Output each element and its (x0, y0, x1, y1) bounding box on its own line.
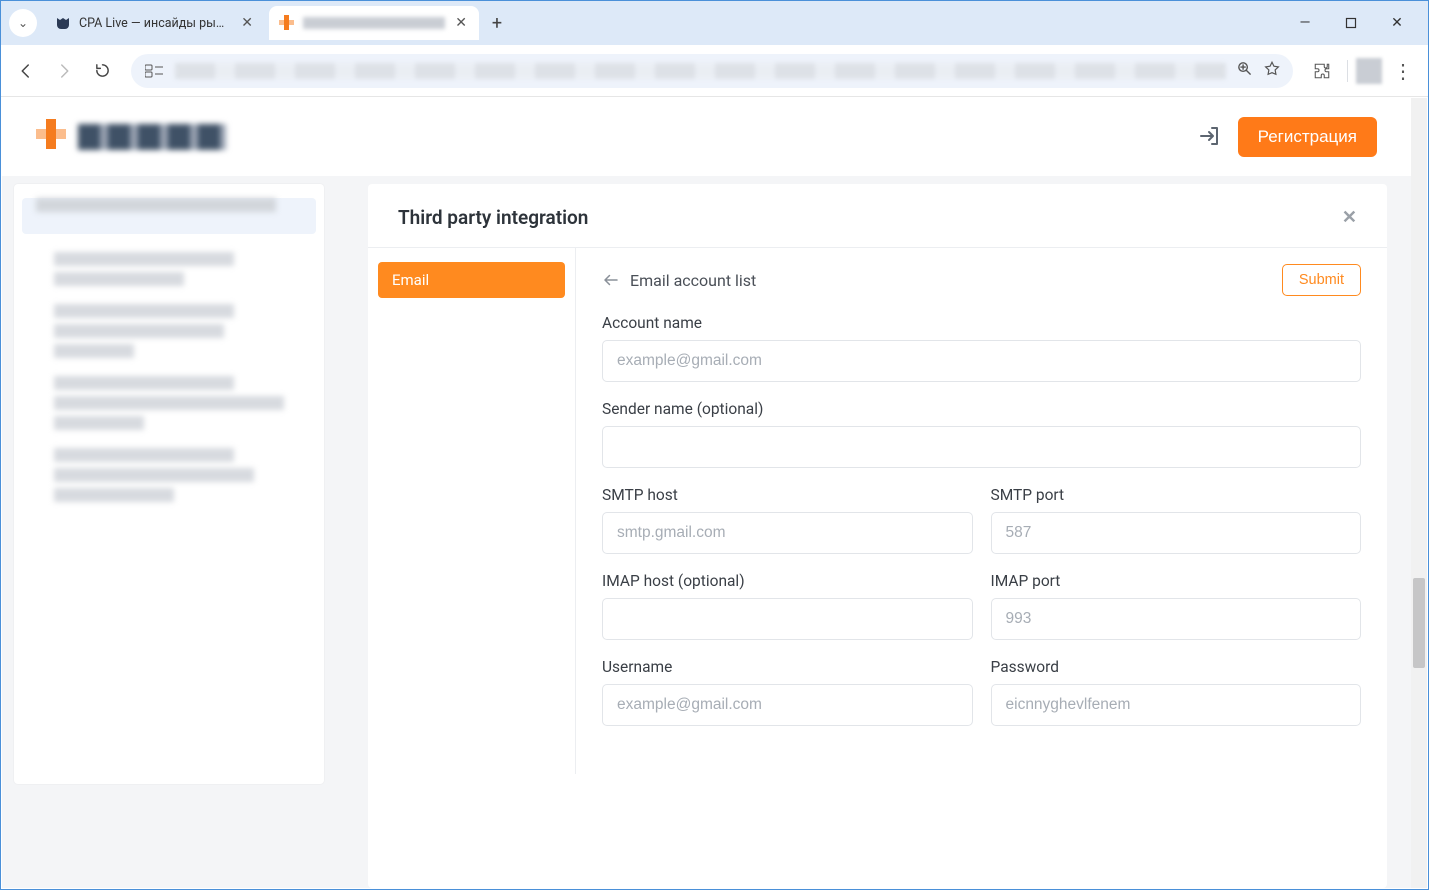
label-account-name: Account name (602, 314, 1361, 332)
back-label: Email account list (630, 271, 756, 290)
form-topbar: Email account list Submit (602, 264, 1361, 296)
tab-title-blurred (303, 17, 445, 29)
sidebar-label-blurred (54, 272, 184, 286)
arrow-left-icon (602, 271, 620, 289)
window-minimize-button[interactable]: — (1282, 7, 1328, 39)
browser-window: ⌄ CPA Live — инсайды рынка ✕ ✕ + — ✕ (0, 0, 1429, 890)
email-form: Email account list Submit Account name S… (576, 248, 1387, 774)
browser-tab-cpa-live[interactable]: CPA Live — инсайды рынка ✕ (45, 6, 265, 40)
window-close-button[interactable]: ✕ (1374, 7, 1420, 39)
app-logo-text-blurred (78, 124, 226, 150)
sidebar-group[interactable] (54, 252, 294, 286)
sidebar-group[interactable] (54, 448, 294, 502)
field-password: Password (991, 658, 1362, 726)
browser-tab-active[interactable]: ✕ (269, 6, 479, 40)
tab-search-button[interactable]: ⌄ (9, 9, 37, 37)
login-icon[interactable] (1198, 124, 1224, 150)
zoom-icon[interactable] (1236, 60, 1253, 81)
new-tab-button[interactable]: + (483, 9, 511, 37)
page-viewport: Регистрация (2, 98, 1427, 888)
page-body: Third party integration ✕ Email Email ac… (2, 176, 1411, 888)
nav-forward-button[interactable] (47, 54, 81, 88)
app-logo-mark-icon (36, 119, 72, 155)
sidebar-label-blurred (54, 416, 144, 430)
input-smtp-host[interactable] (602, 512, 973, 554)
vertical-scrollbar[interactable] (1411, 98, 1427, 888)
browser-menu-button[interactable]: ⋮ (1386, 54, 1420, 88)
field-imap-port: IMAP port (991, 572, 1362, 640)
app-header: Регистрация (2, 98, 1411, 176)
window-maximize-button[interactable] (1328, 7, 1374, 39)
register-button[interactable]: Регистрация (1238, 117, 1377, 157)
sidebar-label-blurred (54, 344, 134, 358)
tab-close-button[interactable]: ✕ (239, 15, 255, 31)
sidebar-group[interactable] (54, 376, 294, 430)
window-controls: — ✕ (1282, 7, 1420, 39)
field-sender-name: Sender name (optional) (602, 400, 1361, 468)
field-username: Username (602, 658, 973, 726)
panel-tabs: Email (368, 248, 576, 774)
panel-header: Third party integration ✕ (368, 184, 1387, 248)
label-smtp-host: SMTP host (602, 486, 973, 504)
address-bar[interactable] (131, 54, 1293, 88)
sidebar-item-active[interactable] (22, 198, 316, 234)
input-imap-host[interactable] (602, 598, 973, 640)
toolbar-separator (1347, 60, 1348, 82)
cat-favicon-icon (55, 15, 71, 31)
sidebar-label-blurred (54, 396, 284, 410)
input-smtp-port[interactable] (991, 512, 1362, 554)
extensions-icon[interactable] (1305, 54, 1339, 88)
input-password[interactable] (991, 684, 1362, 726)
field-smtp-host: SMTP host (602, 486, 973, 554)
label-username: Username (602, 658, 973, 676)
field-smtp-port: SMTP port (991, 486, 1362, 554)
label-password: Password (991, 658, 1362, 676)
page-content: Регистрация (2, 98, 1411, 888)
bookmark-star-icon[interactable] (1263, 60, 1281, 82)
field-imap-host: IMAP host (optional) (602, 572, 973, 640)
input-account-name[interactable] (602, 340, 1361, 382)
sidebar-label-blurred (54, 304, 234, 318)
input-imap-port[interactable] (991, 598, 1362, 640)
label-sender-name: Sender name (optional) (602, 400, 1361, 418)
sidebar (14, 184, 324, 784)
label-imap-port: IMAP port (991, 572, 1362, 590)
nav-reload-button[interactable] (85, 54, 119, 88)
integration-panel: Third party integration ✕ Email Email ac… (368, 184, 1387, 888)
label-smtp-port: SMTP port (991, 486, 1362, 504)
nav-back-button[interactable] (9, 54, 43, 88)
input-username[interactable] (602, 684, 973, 726)
app-favicon-icon (279, 15, 295, 31)
sidebar-label-blurred (54, 376, 234, 390)
back-to-list-link[interactable]: Email account list (602, 271, 756, 290)
tab-close-button[interactable]: ✕ (453, 15, 469, 31)
tab-title: CPA Live — инсайды рынка (79, 16, 231, 31)
sidebar-label-blurred (54, 324, 224, 338)
label-imap-host: IMAP host (optional) (602, 572, 973, 590)
sidebar-label-blurred (54, 448, 234, 462)
input-sender-name[interactable] (602, 426, 1361, 468)
sidebar-group[interactable] (54, 304, 294, 358)
sidebar-label-blurred (54, 488, 174, 502)
browser-toolbar: ⋮ (1, 45, 1428, 97)
tab-strip: ⌄ CPA Live — инсайды рынка ✕ ✕ + — ✕ (1, 1, 1428, 45)
field-account-name: Account name (602, 314, 1361, 382)
sidebar-label-blurred (54, 252, 234, 266)
sidebar-label-blurred (54, 468, 254, 482)
sidebar-label-blurred (36, 198, 276, 212)
panel-body: Email Email account list Submit (368, 248, 1387, 774)
tab-email[interactable]: Email (378, 262, 565, 298)
site-settings-icon[interactable] (143, 60, 165, 82)
submit-button[interactable]: Submit (1282, 264, 1361, 296)
app-logo[interactable] (36, 115, 226, 159)
profile-avatar[interactable] (1356, 58, 1382, 84)
scrollbar-thumb[interactable] (1413, 578, 1425, 668)
panel-title: Third party integration (398, 206, 588, 229)
url-blurred (175, 63, 1226, 79)
panel-close-button[interactable]: ✕ (1342, 207, 1357, 228)
